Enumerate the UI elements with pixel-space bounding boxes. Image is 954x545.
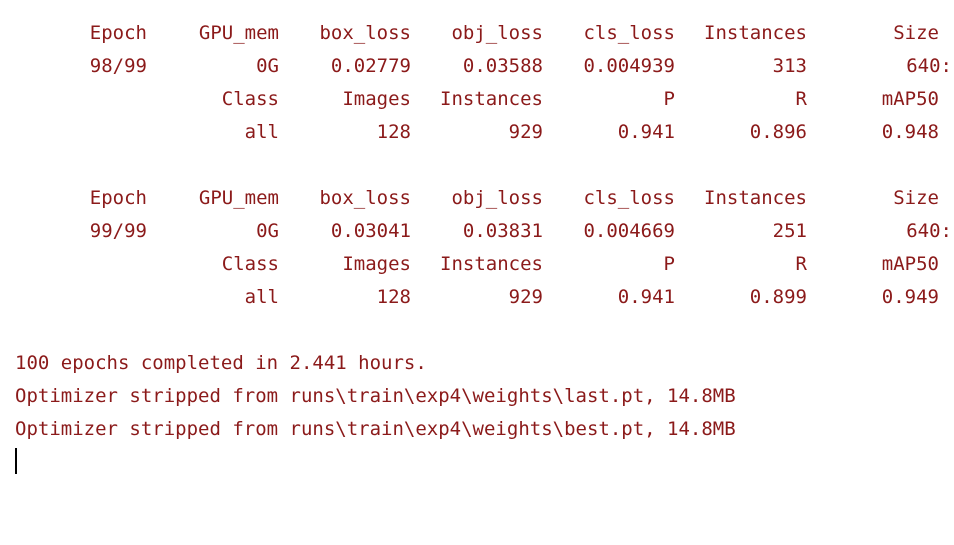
val-instances-value: 929 bbox=[508, 121, 543, 143]
gpu-mem-value: 0G bbox=[256, 55, 279, 77]
recall-value: 0.896 bbox=[749, 121, 807, 143]
validation-values-row: all 128 929 0.941 0.896 0.948 bbox=[0, 116, 939, 149]
column-header-instances: Instances bbox=[704, 22, 807, 44]
epoch-values-row: 98/99 0G 0.02779 0.03588 0.004939 313 64… bbox=[0, 50, 952, 83]
column-header-map50: mAP50 bbox=[881, 88, 939, 110]
obj-loss-value: 0.03831 bbox=[462, 220, 543, 242]
cls-loss-value: 0.004939 bbox=[583, 55, 675, 77]
column-header-precision: P bbox=[663, 88, 675, 110]
instances-value: 251 bbox=[772, 220, 807, 242]
column-header-val-instances: Instances bbox=[440, 88, 543, 110]
validation-values-row: all 128 929 0.941 0.899 0.949 bbox=[0, 281, 939, 314]
class-value: all bbox=[244, 121, 279, 143]
precision-value: 0.941 bbox=[617, 121, 675, 143]
column-header-cls-loss: cls_loss bbox=[583, 187, 675, 209]
column-header-cls-loss: cls_loss bbox=[583, 22, 675, 44]
column-header-box-loss: box_loss bbox=[319, 187, 411, 209]
precision-value: 0.941 bbox=[617, 286, 675, 308]
images-value: 128 bbox=[376, 121, 411, 143]
size-value: 640: bbox=[906, 220, 952, 242]
instances-value: 313 bbox=[772, 55, 807, 77]
class-value: all bbox=[244, 286, 279, 308]
epoch-values-row: 99/99 0G 0.03041 0.03831 0.004669 251 64… bbox=[0, 215, 952, 248]
column-header-gpu-mem: GPU_mem bbox=[198, 22, 279, 44]
validation-header-row: Class Images Instances P R mAP50 bbox=[0, 83, 939, 116]
epoch-value: 98/99 bbox=[89, 55, 147, 77]
cls-loss-value: 0.004669 bbox=[583, 220, 675, 242]
training-summary-line: 100 epochs completed in 2.441 hours. bbox=[15, 352, 427, 374]
box-loss-value: 0.02779 bbox=[330, 55, 411, 77]
text-cursor bbox=[15, 448, 17, 474]
column-header-images: Images bbox=[342, 253, 411, 275]
obj-loss-value: 0.03588 bbox=[462, 55, 543, 77]
column-header-recall: R bbox=[795, 253, 807, 275]
column-header-val-instances: Instances bbox=[440, 253, 543, 275]
validation-header-row: Class Images Instances P R mAP50 bbox=[0, 248, 939, 281]
column-header-size: Size bbox=[893, 187, 939, 209]
recall-value: 0.899 bbox=[749, 286, 807, 308]
epoch-value: 99/99 bbox=[89, 220, 147, 242]
column-header-size: Size bbox=[893, 22, 939, 44]
column-header-class: Class bbox=[221, 88, 279, 110]
console-output[interactable]: Epoch GPU_mem box_loss obj_loss cls_loss… bbox=[0, 0, 954, 480]
column-header-recall: R bbox=[795, 88, 807, 110]
column-header-epoch: Epoch bbox=[89, 22, 147, 44]
column-header-box-loss: box_loss bbox=[319, 22, 411, 44]
optimizer-stripped-best-line: Optimizer stripped from runs\train\exp4\… bbox=[15, 418, 736, 440]
column-header-obj-loss: obj_loss bbox=[451, 22, 543, 44]
column-header-images: Images bbox=[342, 88, 411, 110]
column-header-gpu-mem: GPU_mem bbox=[198, 187, 279, 209]
size-value: 640: bbox=[906, 55, 952, 77]
gpu-mem-value: 0G bbox=[256, 220, 279, 242]
epoch-header-row: Epoch GPU_mem box_loss obj_loss cls_loss… bbox=[0, 17, 939, 50]
column-header-epoch: Epoch bbox=[89, 187, 147, 209]
val-instances-value: 929 bbox=[508, 286, 543, 308]
optimizer-stripped-last-line: Optimizer stripped from runs\train\exp4\… bbox=[15, 385, 736, 407]
column-header-map50: mAP50 bbox=[881, 253, 939, 275]
epoch-header-row: Epoch GPU_mem box_loss obj_loss cls_loss… bbox=[0, 182, 939, 215]
box-loss-value: 0.03041 bbox=[330, 220, 411, 242]
map50-value: 0.948 bbox=[881, 121, 939, 143]
column-header-instances: Instances bbox=[704, 187, 807, 209]
map50-value: 0.949 bbox=[881, 286, 939, 308]
column-header-obj-loss: obj_loss bbox=[451, 187, 543, 209]
column-header-class: Class bbox=[221, 253, 279, 275]
column-header-precision: P bbox=[663, 253, 675, 275]
images-value: 128 bbox=[376, 286, 411, 308]
